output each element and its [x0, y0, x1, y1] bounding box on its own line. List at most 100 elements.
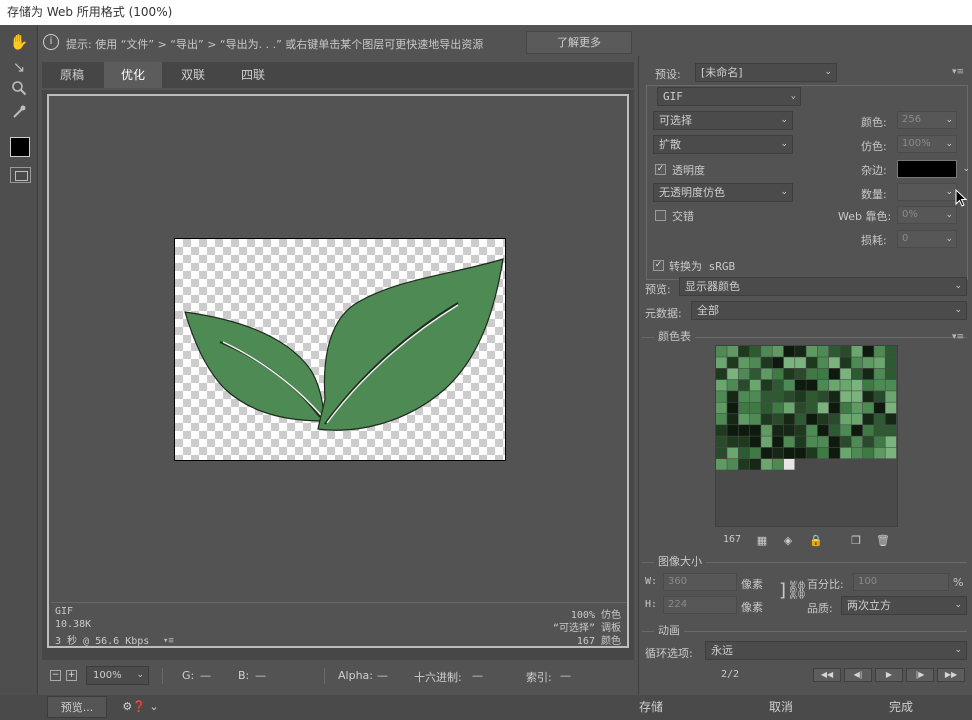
color-swatch[interactable] [716, 413, 727, 425]
color-swatch[interactable] [772, 357, 784, 368]
color-swatch[interactable] [795, 425, 806, 436]
width-field[interactable]: 360 [663, 573, 737, 591]
color-swatch[interactable] [862, 379, 874, 391]
colors-field[interactable]: 256 ⌄ [897, 111, 957, 129]
color-swatch[interactable] [851, 413, 863, 425]
color-swatch[interactable] [716, 379, 727, 391]
color-swatch[interactable] [862, 402, 874, 414]
color-swatch[interactable] [761, 368, 772, 380]
color-swatch[interactable] [738, 391, 750, 402]
percent-field[interactable]: 100 [853, 573, 949, 591]
matte-color-field[interactable]: ⌄ [897, 160, 970, 178]
color-swatch[interactable] [716, 402, 727, 414]
first-frame-button[interactable]: ◀◀ [813, 668, 841, 682]
metadata-select[interactable]: 全部 ⌄ [691, 301, 967, 320]
color-swatch[interactable] [829, 425, 840, 436]
color-swatch[interactable] [727, 346, 738, 357]
color-swatch[interactable] [716, 346, 727, 357]
map-transparent-icon[interactable]: ▦ [756, 535, 768, 547]
color-swatch[interactable] [829, 447, 840, 459]
color-swatch[interactable] [840, 425, 851, 436]
color-swatch[interactable] [783, 357, 795, 368]
color-swatch[interactable] [851, 447, 863, 459]
color-swatch[interactable] [829, 436, 840, 448]
toggle-slices-icon[interactable] [10, 167, 31, 183]
color-swatch[interactable] [761, 379, 772, 391]
preset-select[interactable]: [未命名] ⌄ [695, 63, 837, 82]
color-swatch[interactable] [795, 379, 806, 391]
color-swatch[interactable] [851, 425, 863, 436]
color-swatch[interactable] [840, 346, 851, 357]
color-swatch[interactable] [772, 425, 784, 436]
color-swatch[interactable] [738, 436, 750, 448]
color-swatch[interactable] [761, 346, 772, 357]
info-menu-icon[interactable]: ▾≡ [163, 637, 177, 646]
color-swatch[interactable] [716, 368, 727, 380]
color-swatch[interactable] [851, 346, 863, 357]
color-swatch[interactable] [772, 413, 784, 425]
color-swatch[interactable] [840, 447, 851, 459]
color-swatch[interactable] [761, 357, 772, 368]
color-swatch[interactable] [783, 413, 795, 425]
color-swatch[interactable] [885, 402, 897, 414]
color-swatch[interactable] [874, 425, 885, 436]
color-swatch[interactable] [806, 346, 818, 357]
color-swatch[interactable] [761, 459, 772, 470]
color-swatch[interactable] [716, 357, 727, 368]
zoom-in-button[interactable]: + [66, 670, 77, 681]
color-swatch[interactable] [716, 391, 727, 402]
color-swatch[interactable] [874, 447, 885, 459]
color-swatch[interactable] [851, 402, 863, 414]
color-swatch[interactable] [817, 447, 829, 459]
dither-algorithm-select[interactable]: 扩散 ⌄ [653, 135, 793, 154]
color-swatch[interactable] [885, 425, 897, 436]
color-swatch[interactable] [783, 459, 795, 470]
color-swatch[interactable] [738, 402, 750, 414]
format-select[interactable]: GIF ⌄ [657, 87, 801, 106]
color-swatch[interactable] [829, 402, 840, 414]
cancel-button[interactable]: 取消 [750, 696, 812, 718]
color-swatch[interactable] [738, 368, 750, 380]
color-swatch[interactable] [783, 436, 795, 448]
color-swatch[interactable] [749, 357, 761, 368]
color-swatch[interactable] [727, 459, 738, 470]
color-swatch[interactable] [862, 447, 874, 459]
tab-2up[interactable]: 双联 [166, 62, 220, 88]
color-swatch[interactable] [840, 402, 851, 414]
color-swatch[interactable] [862, 391, 874, 402]
learn-more-button[interactable]: 了解更多 [526, 31, 632, 54]
color-swatch[interactable] [761, 447, 772, 459]
eyedropper-icon[interactable] [9, 104, 29, 124]
tab-original[interactable]: 原稿 [48, 62, 96, 88]
color-swatch[interactable] [795, 391, 806, 402]
color-swatch[interactable] [716, 425, 727, 436]
color-swatch[interactable] [840, 357, 851, 368]
color-swatch[interactable] [772, 447, 784, 459]
color-swatch[interactable] [806, 402, 818, 414]
color-swatch[interactable] [772, 459, 784, 470]
color-swatch[interactable] [829, 346, 840, 357]
color-swatch[interactable] [829, 413, 840, 425]
color-swatch[interactable] [761, 425, 772, 436]
prev-frame-button[interactable]: ◀| [844, 668, 872, 682]
color-swatch[interactable] [817, 413, 829, 425]
color-swatch[interactable] [749, 402, 761, 414]
color-swatch[interactable] [727, 447, 738, 459]
preview-button[interactable]: 预览... [47, 696, 107, 718]
color-swatch[interactable] [817, 425, 829, 436]
color-swatch[interactable] [761, 413, 772, 425]
transparency-checkbox[interactable]: ✓ [655, 164, 666, 175]
color-swatch[interactable] [817, 436, 829, 448]
color-swatch[interactable] [727, 402, 738, 414]
eyedropper-color-swatch[interactable] [10, 137, 30, 157]
quality-select[interactable]: 两次立方 ⌄ [841, 596, 967, 615]
color-swatch[interactable] [795, 357, 806, 368]
color-swatches[interactable] [716, 346, 899, 528]
color-swatch[interactable] [772, 346, 784, 357]
color-swatch[interactable] [783, 368, 795, 380]
zoom-icon[interactable] [9, 80, 29, 100]
color-swatch[interactable] [783, 346, 795, 357]
color-swatch[interactable] [749, 346, 761, 357]
color-swatch[interactable] [840, 379, 851, 391]
color-swatch[interactable] [795, 447, 806, 459]
